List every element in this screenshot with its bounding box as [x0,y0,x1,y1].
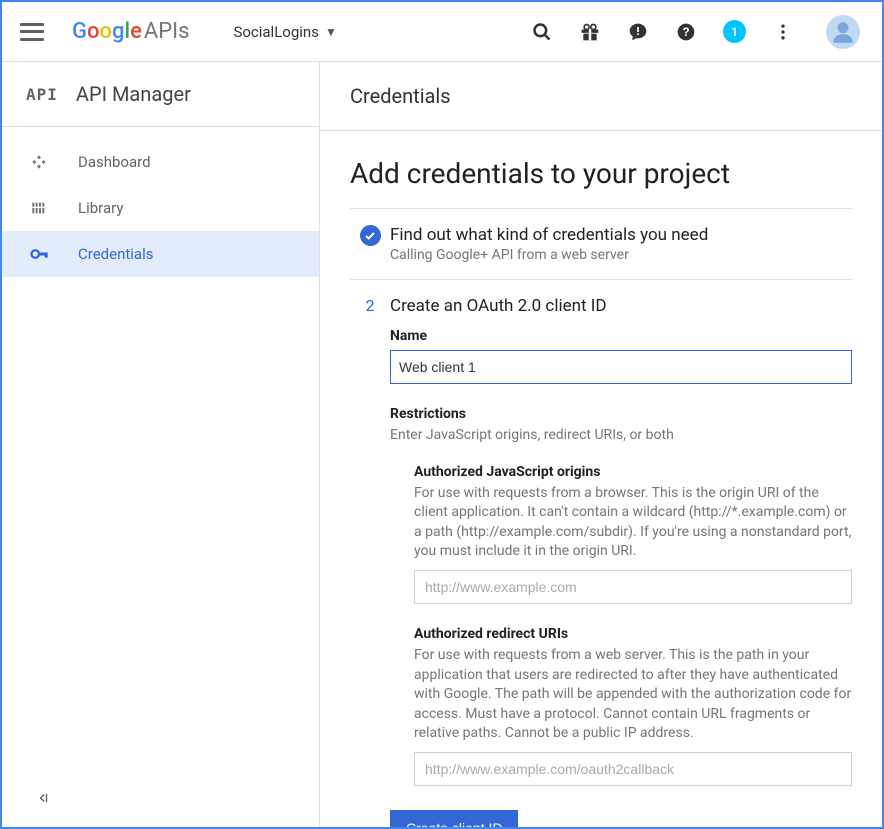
sidebar-item-library[interactable]: Library [2,185,319,231]
svg-text:?: ? [682,26,689,39]
sidebar-item-label: Credentials [78,245,153,263]
restrictions-sub: Enter JavaScript origins, redirect URIs,… [390,426,852,446]
api-logo: API [26,85,58,104]
page-header: Credentials [320,62,882,131]
sidebar-header: API API Manager [2,62,319,127]
search-icon[interactable] [531,21,553,43]
logo-apis-text: APIs [144,19,190,44]
create-client-id-button[interactable]: Create client ID [390,810,518,827]
step-2: 2 Create an OAuth 2.0 client ID Name Res… [350,280,852,827]
sidebar: API API Manager Dashboard Library Cred [2,62,320,827]
js-origins-label: Authorized JavaScript origins [414,464,852,480]
notification-count: 1 [731,25,738,39]
help-icon[interactable]: ? [675,21,697,43]
redirect-uris-desc: For use with requests from a web server.… [414,646,852,744]
page-title: Add credentials to your project [350,157,852,190]
sidebar-item-label: Library [78,199,123,217]
project-picker[interactable]: SocialLogins ▼ [233,23,336,41]
chat-alert-icon[interactable] [627,21,649,43]
sidebar-item-credentials[interactable]: Credentials [2,231,319,277]
menu-icon[interactable] [20,20,44,44]
topbar: Google APIs SocialLogins ▼ ? 1 [2,2,882,62]
collapse-sidebar-icon[interactable] [2,772,319,827]
caret-down-icon: ▼ [325,25,337,39]
js-origins-input[interactable] [414,570,852,604]
dashboard-icon [30,154,48,170]
notification-badge[interactable]: 1 [723,20,746,43]
sidebar-item-dashboard[interactable]: Dashboard [2,139,319,185]
step2-number: 2 [366,296,375,827]
step1-title: Find out what kind of credentials you ne… [390,225,852,245]
project-name: SocialLogins [233,23,319,41]
step2-title: Create an OAuth 2.0 client ID [390,296,852,316]
overflow-icon[interactable] [772,21,794,43]
client-name-input[interactable] [390,350,852,384]
redirect-uris-label: Authorized redirect URIs [414,626,852,642]
key-icon [30,245,48,263]
topbar-actions: ? 1 [531,15,860,49]
restrictions-label: Restrictions [390,406,852,422]
check-icon [360,225,381,246]
sidebar-item-label: Dashboard [78,153,151,171]
library-icon [30,200,48,216]
google-apis-logo[interactable]: Google APIs [72,19,189,44]
gift-icon[interactable] [579,21,601,43]
name-label: Name [390,328,852,344]
redirect-uris-input[interactable] [414,752,852,786]
main: Credentials Add credentials to your proj… [320,62,882,827]
sidebar-nav: Dashboard Library Credentials [2,127,319,277]
account-avatar[interactable] [826,15,860,49]
sidebar-title: API Manager [76,82,191,106]
js-origins-desc: For use with requests from a browser. Th… [414,484,852,562]
step1-sub: Calling Google+ API from a web server [390,247,852,263]
step-1: Find out what kind of credentials you ne… [350,209,852,279]
